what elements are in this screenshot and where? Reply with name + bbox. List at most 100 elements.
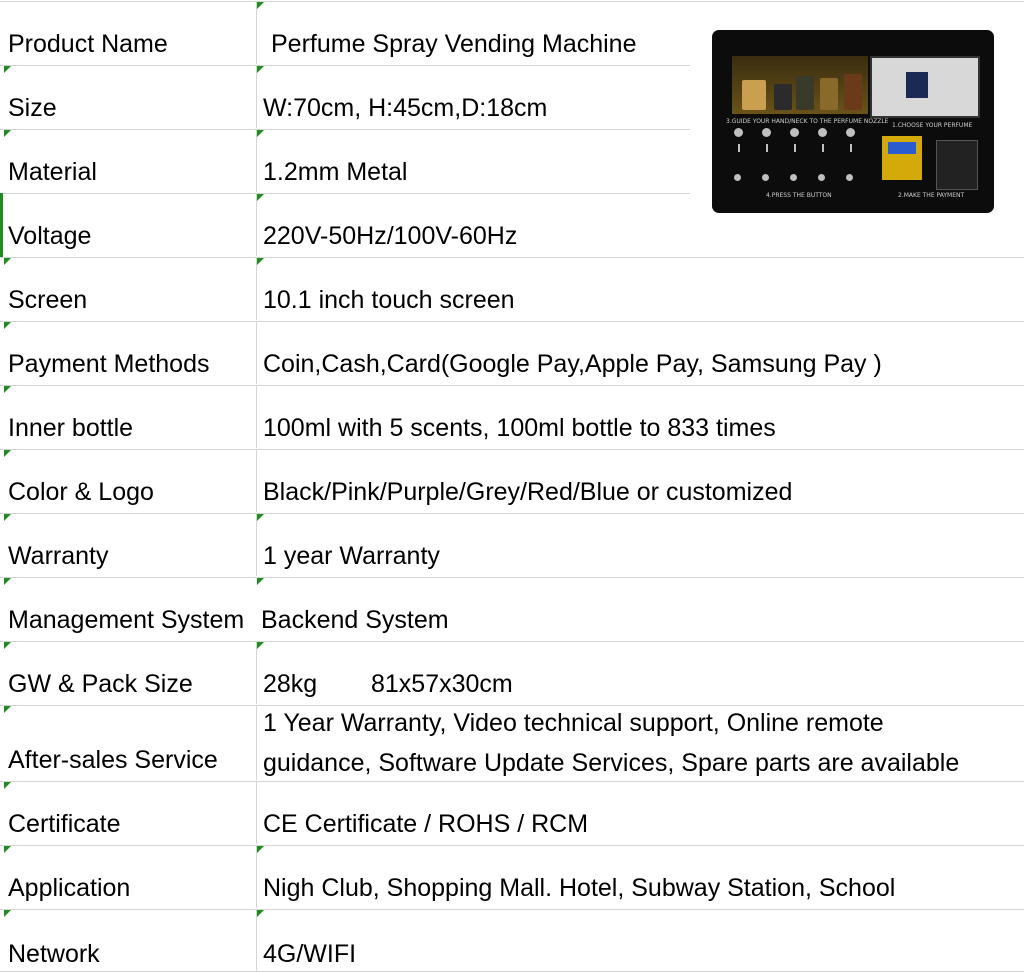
grid-line	[0, 845, 1024, 846]
spec-sheet: Product Name Perfume Spray Vending Machi…	[0, 0, 1024, 972]
value-cell[interactable]: 10.1 inch touch screen	[257, 258, 1024, 320]
value-cell[interactable]: 1 year Warranty	[257, 514, 1024, 576]
cell-note-marker	[257, 258, 264, 265]
label-cell[interactable]: Warranty	[0, 514, 257, 576]
perfume-bottle-icon	[796, 76, 814, 110]
row-value-line-2: guidance, Software Update Services, Spar…	[263, 749, 960, 777]
grid-line	[0, 129, 690, 130]
grid-line	[0, 193, 690, 194]
cell-note-marker	[4, 130, 11, 137]
grid-line	[0, 257, 1024, 258]
spray-button-icon	[818, 174, 825, 181]
grid-line	[0, 909, 1024, 910]
grid-line	[0, 577, 1024, 578]
cell-note-marker	[257, 642, 264, 649]
table-row: Payment Methods Coin,Cash,Card(Google Pa…	[0, 322, 1024, 384]
arrow-up-icon	[794, 144, 796, 152]
value-cell[interactable]: 28kg 81x57x30cm	[257, 642, 1024, 704]
nozzle-icon	[846, 128, 855, 137]
table-row: After-sales Service 1 Year Warranty, Vid…	[0, 706, 1024, 780]
table-row: Screen 10.1 inch touch screen	[0, 258, 1024, 320]
cell-note-marker	[4, 578, 11, 585]
value-cell[interactable]: CE Certificate / ROHS / RCM	[257, 782, 1024, 844]
row-value: Perfume Spray Vending Machine	[271, 30, 637, 58]
arrow-up-icon	[850, 144, 852, 152]
cell-note-marker	[4, 514, 11, 521]
label-cell[interactable]: Voltage	[0, 194, 257, 256]
touch-screen	[870, 56, 980, 118]
value-cell[interactable]: Perfume Spray Vending Machine	[257, 2, 689, 64]
step-1-label: 1.CHOOSE YOUR PERFUME	[892, 122, 973, 129]
label-cell[interactable]: Network	[0, 910, 257, 972]
cell-note-marker	[4, 782, 11, 789]
cell-note-marker	[257, 578, 264, 585]
value-cell[interactable]: W:70cm, H:45cm,D:18cm	[257, 66, 689, 128]
row-value: 4G/WIFI	[263, 940, 357, 968]
label-cell[interactable]: Product Name	[0, 2, 257, 64]
row-value: 1.2mm Metal	[263, 158, 408, 186]
table-row: Color & Logo Black/Pink/Purple/Grey/Red/…	[0, 450, 1024, 512]
grid-line	[0, 781, 1024, 782]
grid-line	[0, 65, 690, 66]
cell-note-marker	[4, 846, 11, 853]
row-label: Material	[8, 158, 97, 186]
value-cell[interactable]: 1 Year Warranty, Video technical support…	[257, 706, 1024, 780]
row-value-line-1: 1 Year Warranty, Video technical support…	[263, 709, 884, 737]
row-value: 100ml with 5 scents, 100ml bottle to 833…	[263, 414, 776, 442]
step-4-label: 4.PRESS THE BUTTON	[766, 192, 832, 199]
row-value: 28kg 81x57x30cm	[263, 668, 513, 700]
nozzle-icon	[734, 128, 743, 137]
label-cell[interactable]: Color & Logo	[0, 450, 257, 512]
row-label: Payment Methods	[8, 350, 210, 378]
row-label: Product Name	[8, 30, 168, 58]
arrow-up-icon	[822, 144, 824, 152]
spray-button-icon	[734, 174, 741, 181]
row-value: Backend System	[261, 606, 449, 634]
cell-note-marker	[4, 910, 11, 917]
card-reader-icon	[936, 140, 978, 190]
label-cell[interactable]: Payment Methods	[0, 322, 257, 384]
cell-note-marker	[4, 66, 11, 73]
value-cell[interactable]: Backend System	[257, 578, 1024, 640]
table-row: Warranty 1 year Warranty	[0, 514, 1024, 576]
value-cell[interactable]: 4G/WIFI	[257, 910, 1024, 972]
label-cell[interactable]: Size	[0, 66, 257, 128]
row-label: Network	[8, 940, 100, 968]
nozzle-icon	[790, 128, 799, 137]
grid-line	[0, 321, 1024, 322]
row-label: After-sales Service	[8, 746, 218, 774]
grid-line	[0, 1, 1024, 2]
table-row: Network 4G/WIFI	[0, 910, 1024, 972]
value-cell[interactable]: Coin,Cash,Card(Google Pay,Apple Pay, Sam…	[257, 322, 1024, 384]
grid-line	[0, 513, 1024, 514]
value-cell[interactable]: Nigh Club, Shopping Mall. Hotel, Subway …	[257, 846, 1024, 908]
arrow-up-icon	[766, 144, 768, 152]
cell-note-marker	[257, 194, 264, 201]
value-cell[interactable]: 1.2mm Metal	[257, 130, 689, 192]
cell-note-marker	[257, 514, 264, 521]
value-cell[interactable]: 100ml with 5 scents, 100ml bottle to 833…	[257, 386, 1024, 448]
table-row: Inner bottle 100ml with 5 scents, 100ml …	[0, 386, 1024, 448]
row-label: Color & Logo	[8, 478, 154, 506]
label-cell[interactable]: Certificate	[0, 782, 257, 844]
row-value: Black/Pink/Purple/Grey/Red/Blue or custo…	[263, 478, 793, 506]
label-cell[interactable]: GW & Pack Size	[0, 642, 257, 704]
label-cell[interactable]: Screen	[0, 258, 257, 320]
value-cell[interactable]: Black/Pink/Purple/Grey/Red/Blue or custo…	[257, 450, 1024, 512]
row-value: Nigh Club, Shopping Mall. Hotel, Subway …	[263, 874, 896, 902]
label-cell[interactable]: Material	[0, 130, 257, 192]
label-cell[interactable]: Application	[0, 846, 257, 908]
arrow-up-icon	[738, 144, 740, 152]
row-label: Inner bottle	[8, 414, 134, 442]
row-value: 10.1 inch touch screen	[263, 286, 515, 314]
label-cell[interactable]: After-sales Service	[0, 706, 257, 780]
row-label: Warranty	[8, 542, 109, 570]
vending-machine-image[interactable]: 3.GUIDE YOUR HAND/NECK TO THE PERFUME NO…	[712, 30, 994, 213]
label-cell[interactable]: Inner bottle	[0, 386, 257, 448]
row-label: Management System	[8, 606, 245, 634]
cell-note-marker	[4, 706, 11, 713]
row-value: W:70cm, H:45cm,D:18cm	[263, 94, 548, 122]
label-cell[interactable]: Management System	[0, 578, 257, 640]
perfume-bottle-icon	[742, 80, 766, 110]
cell-note-marker	[257, 846, 264, 853]
